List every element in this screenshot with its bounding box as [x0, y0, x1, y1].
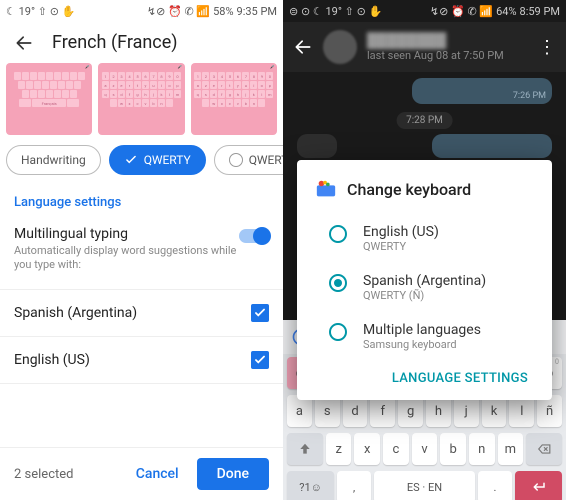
- status-bar: ⊜ ⊙ ☾ 19° ⇧ ⊙ ✋ ↯⊘ ⏰ ✆ 📶 64% 8:59 PM: [283, 0, 566, 22]
- keyboard-preview[interactable]: 🎤1234567890azertyuiopqsdfghjklmwxcvbn: [98, 63, 184, 135]
- menu-dots-icon[interactable]: ⋮: [538, 37, 556, 58]
- keyboard-preview[interactable]: 🎤1234567890azertyuiopqsdfghjklmwxcvbn: [191, 63, 277, 135]
- dialog-title-text: Change keyboard: [347, 180, 471, 199]
- change-keyboard-dialog: Change keyboard English (US)QWERTYSpanis…: [297, 160, 552, 400]
- language-settings-button[interactable]: LANGUAGE SETTINGS: [315, 361, 534, 390]
- message-bubble: [297, 134, 337, 158]
- footer-bar: 2 selected Cancel Done: [0, 447, 283, 500]
- key-x[interactable]: x: [354, 433, 380, 465]
- cancel-button[interactable]: Cancel: [132, 458, 183, 490]
- key-b[interactable]: b: [440, 433, 466, 465]
- keyboard-preview[interactable]: 🎤Français: [6, 63, 92, 135]
- keyboard-option[interactable]: Spanish (Argentina)QWERTY (Ñ): [315, 263, 534, 312]
- right-screenshot: ⊜ ⊙ ☾ 19° ⇧ ⊙ ✋ ↯⊘ ⏰ ✆ 📶 64% 8:59 PM ███…: [283, 0, 566, 500]
- key-c[interactable]: c: [383, 433, 409, 465]
- key-z[interactable]: z: [326, 433, 352, 465]
- space-key[interactable]: ES · EN: [374, 471, 475, 500]
- status-right-icons: ↯⊘ ⏰ ✆ 📶: [430, 5, 493, 18]
- option-sublabel: QWERTY (Ñ): [363, 289, 534, 302]
- language-row[interactable]: English (US): [0, 337, 283, 384]
- shift-key[interactable]: [287, 433, 323, 465]
- app-header: French (France): [0, 22, 283, 63]
- clock: 9:35 PM: [237, 5, 277, 18]
- message-time: 7:26 PM: [513, 91, 546, 101]
- symbols-key[interactable]: ?1☺: [287, 471, 334, 500]
- status-left-icons: ⊜ ⊙ ☾ 19° ⇧ ⊙ ✋: [289, 5, 382, 18]
- selected-count: 2 selected: [14, 467, 73, 482]
- date-separator: 7:28 PM: [396, 112, 453, 129]
- language-row[interactable]: Spanish (Argentina): [0, 289, 283, 337]
- key-n[interactable]: n: [469, 433, 495, 465]
- pill-label: QWERTY: [144, 153, 191, 167]
- enter-key[interactable]: [515, 471, 562, 500]
- checkbox-checked[interactable]: [251, 351, 269, 369]
- language-label: Spanish (Argentina): [14, 305, 137, 321]
- done-button[interactable]: Done: [197, 458, 269, 490]
- back-arrow-icon[interactable]: [14, 33, 34, 53]
- radio-icon: [229, 153, 243, 167]
- clock: 8:59 PM: [520, 5, 560, 18]
- dialog-title: Change keyboard: [315, 178, 534, 200]
- pill-handwriting[interactable]: Handwriting: [6, 145, 101, 175]
- back-arrow-icon[interactable]: [293, 37, 313, 57]
- enter-icon: [529, 478, 547, 496]
- battery-pct: 64%: [496, 5, 516, 18]
- keyboard-bottom-row: ?1☺ , ES · EN .: [283, 468, 566, 500]
- battery-pct: 58%: [213, 5, 233, 18]
- radio-button[interactable]: [329, 225, 347, 243]
- check-icon: [124, 153, 138, 167]
- avatar[interactable]: [323, 30, 357, 64]
- section-title: Language settings: [0, 185, 283, 216]
- last-seen: last seen Aug 08 at 7:50 PM: [367, 49, 528, 62]
- setting-sub: Automatically display word suggestions w…: [14, 244, 239, 273]
- chat-name-blurred: ████████: [367, 32, 528, 49]
- option-label: English (US): [363, 224, 534, 240]
- keyboard-option[interactable]: Multiple languagesSamsung keyboard: [315, 312, 534, 361]
- language-label: English (US): [14, 352, 90, 368]
- setting-label: Multilingual typing: [14, 226, 239, 242]
- option-sublabel: QWERTY: [363, 240, 534, 253]
- check-icon: [253, 306, 267, 320]
- check-icon: [253, 353, 267, 367]
- status-left-icons: ☾ 19° ⇧ ⊙ ✋: [6, 5, 75, 18]
- keyboard-option[interactable]: English (US)QWERTY: [315, 214, 534, 263]
- checkbox-checked[interactable]: [251, 304, 269, 322]
- multilingual-toggle[interactable]: [239, 229, 269, 243]
- pill-qwerty[interactable]: QWERTY: [109, 145, 206, 175]
- pill-label: Handwriting: [21, 153, 86, 167]
- keyboard-previews: 🎤Français 🎤1234567890azertyuiopqsdfghjkl…: [0, 63, 283, 135]
- multilingual-setting: Multilingual typing Automatically displa…: [0, 216, 283, 283]
- page-title: French (France): [52, 32, 178, 53]
- backspace-key[interactable]: [526, 433, 562, 465]
- key-m[interactable]: m: [498, 433, 524, 465]
- layout-pills: Handwriting QWERTY QWERTZ: [0, 135, 283, 185]
- status-right-icons: ↯⊘ ⏰ ✆ 📶: [147, 5, 210, 18]
- gboard-icon: [315, 178, 337, 200]
- left-screenshot: ☾ 19° ⇧ ⊙ ✋ ↯⊘ ⏰ ✆ 📶 58% 9:35 PM French …: [0, 0, 283, 500]
- message-bubble: 7:26 PM: [412, 78, 552, 104]
- comma-key[interactable]: ,: [337, 471, 371, 500]
- option-label: Spanish (Argentina): [363, 273, 534, 289]
- radio-button[interactable]: [329, 274, 347, 292]
- radio-button[interactable]: [329, 323, 347, 341]
- message-bubble: [432, 134, 552, 158]
- option-sublabel: Samsung keyboard: [363, 338, 534, 351]
- option-label: Multiple languages: [363, 322, 534, 338]
- chat-header: ████████ last seen Aug 08 at 7:50 PM ⋮: [283, 22, 566, 72]
- status-bar: ☾ 19° ⇧ ⊙ ✋ ↯⊘ ⏰ ✆ 📶 58% 9:35 PM: [0, 0, 283, 22]
- pill-label: QWERTZ: [249, 153, 283, 167]
- pill-qwertz[interactable]: QWERTZ: [214, 145, 283, 175]
- period-key[interactable]: .: [478, 471, 512, 500]
- key-v[interactable]: v: [412, 433, 438, 465]
